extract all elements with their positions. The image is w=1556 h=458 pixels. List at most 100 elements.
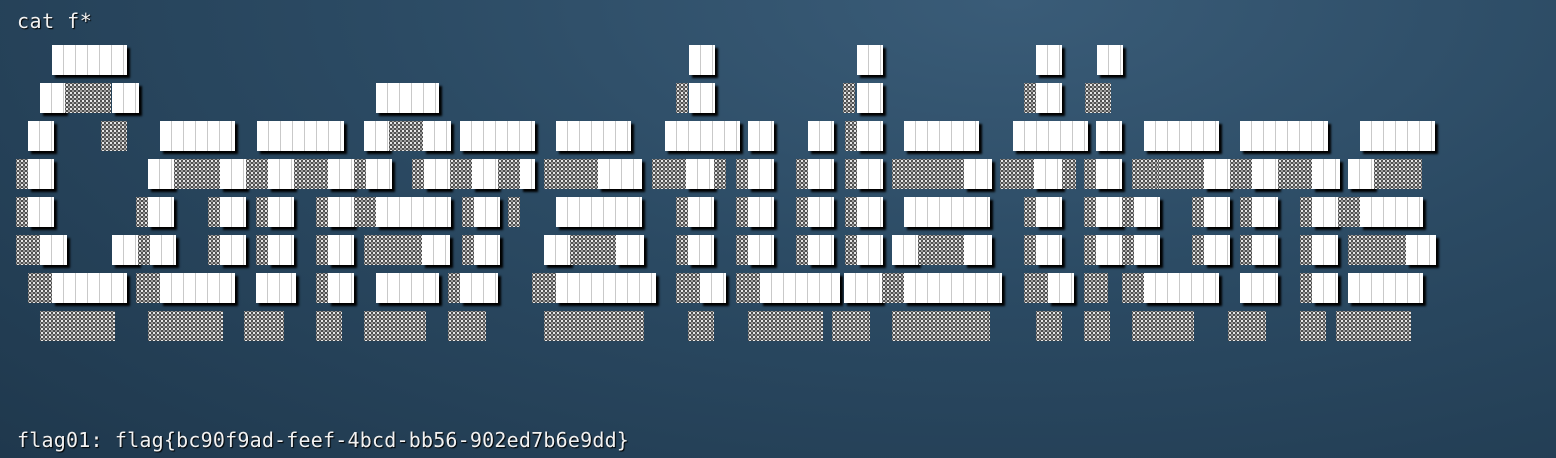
- banner-shade: [1084, 273, 1096, 303]
- banner-block: [665, 121, 740, 151]
- banner-shade: [1230, 159, 1252, 189]
- banner-block: [28, 121, 54, 151]
- banner-block: [520, 159, 535, 189]
- banner-shade: [1300, 311, 1326, 341]
- banner-shade: [16, 159, 28, 189]
- banner-block: [1096, 235, 1122, 265]
- banner-shade: [246, 159, 268, 189]
- banner-shade: [1192, 197, 1204, 227]
- banner-block: [460, 121, 535, 151]
- banner-block: [857, 159, 883, 189]
- banner-shade: [832, 311, 870, 341]
- banner-shade: [1000, 159, 1034, 189]
- banner-shade: [544, 311, 644, 341]
- banner-block: [689, 45, 715, 75]
- banner-shade: [65, 83, 111, 113]
- banner-block: [1134, 235, 1160, 265]
- banner-block: [474, 197, 500, 227]
- banner-block: [556, 121, 631, 151]
- banner-block: [256, 273, 296, 303]
- banner-shade: [174, 159, 220, 189]
- banner-shade: [1158, 159, 1204, 189]
- banner-block: [220, 159, 246, 189]
- banner-block: [1097, 45, 1123, 75]
- banner-block: [760, 273, 840, 303]
- banner-shade: [1228, 311, 1266, 341]
- banner-block: [1312, 159, 1340, 189]
- banner-block: [28, 159, 54, 189]
- ascii-art-banner: [0, 0, 1556, 458]
- banner-block: [686, 159, 714, 189]
- banner-shade: [845, 235, 857, 265]
- banner-shade: [16, 235, 40, 265]
- banner-block: [904, 273, 1002, 303]
- banner-block: [268, 197, 294, 227]
- banner-shade: [294, 159, 328, 189]
- banner-shade: [1024, 273, 1048, 303]
- banner-block: [328, 197, 354, 227]
- banner-block: [808, 197, 834, 227]
- banner-block: [598, 159, 642, 189]
- banner-block: [160, 121, 235, 151]
- banner-block: [1348, 159, 1374, 189]
- banner-block: [904, 197, 990, 227]
- banner-shade: [316, 235, 328, 265]
- banner-block: [474, 235, 500, 265]
- banner-shade: [148, 311, 223, 341]
- banner-block: [892, 235, 918, 265]
- banner-shade: [1024, 83, 1036, 113]
- banner-block: [1240, 273, 1278, 303]
- banner-shade: [1336, 311, 1411, 341]
- banner-block: [1036, 83, 1062, 113]
- banner-shade: [845, 159, 857, 189]
- banner-block: [808, 159, 834, 189]
- terminal-window[interactable]: cat f* flag01: flag{bc90f9ad-feef-4bcd-b…: [0, 0, 1556, 458]
- banner-block: [1240, 121, 1328, 151]
- banner-block: [150, 235, 176, 265]
- banner-block: [460, 273, 498, 303]
- banner-block: [422, 235, 450, 265]
- banner-shade: [208, 235, 220, 265]
- banner-shade: [448, 311, 486, 341]
- banner-block: [328, 273, 354, 303]
- banner-block: [857, 121, 883, 151]
- banner-shade: [845, 197, 857, 227]
- banner-shade: [796, 235, 808, 265]
- banner-block: [1360, 197, 1423, 227]
- banner-shade: [101, 121, 127, 151]
- banner-shade: [136, 197, 148, 227]
- banner-shade: [1096, 273, 1108, 303]
- banner-shade: [208, 197, 220, 227]
- banner-shade: [1374, 159, 1422, 189]
- banner-shade: [462, 235, 474, 265]
- banner-block: [1048, 273, 1074, 303]
- banner-block: [616, 235, 644, 265]
- banner-block: [1144, 273, 1219, 303]
- banner-block: [366, 159, 392, 189]
- banner-shade: [244, 311, 284, 341]
- banner-block: [1144, 121, 1219, 151]
- banner-shade: [843, 83, 855, 113]
- banner-shade: [1132, 159, 1158, 189]
- banner-shade: [498, 159, 520, 189]
- banner-block: [1252, 197, 1278, 227]
- banner-block: [808, 235, 834, 265]
- banner-block: [1360, 121, 1435, 151]
- banner-shade: [676, 83, 688, 113]
- banner-block: [1013, 121, 1088, 151]
- banner-block: [472, 159, 498, 189]
- banner-shade: [892, 311, 990, 341]
- banner-shade: [1300, 235, 1312, 265]
- banner-shade: [676, 273, 700, 303]
- banner-block: [376, 83, 439, 113]
- banner-shade: [412, 159, 424, 189]
- banner-shade: [796, 197, 808, 227]
- banner-shade: [1132, 311, 1194, 341]
- banner-block: [1252, 235, 1278, 265]
- banner-shade: [508, 197, 520, 227]
- banner-block: [52, 273, 127, 303]
- banner-block: [748, 121, 774, 151]
- banner-block: [268, 159, 294, 189]
- banner-block: [857, 197, 883, 227]
- banner-shade: [1084, 235, 1096, 265]
